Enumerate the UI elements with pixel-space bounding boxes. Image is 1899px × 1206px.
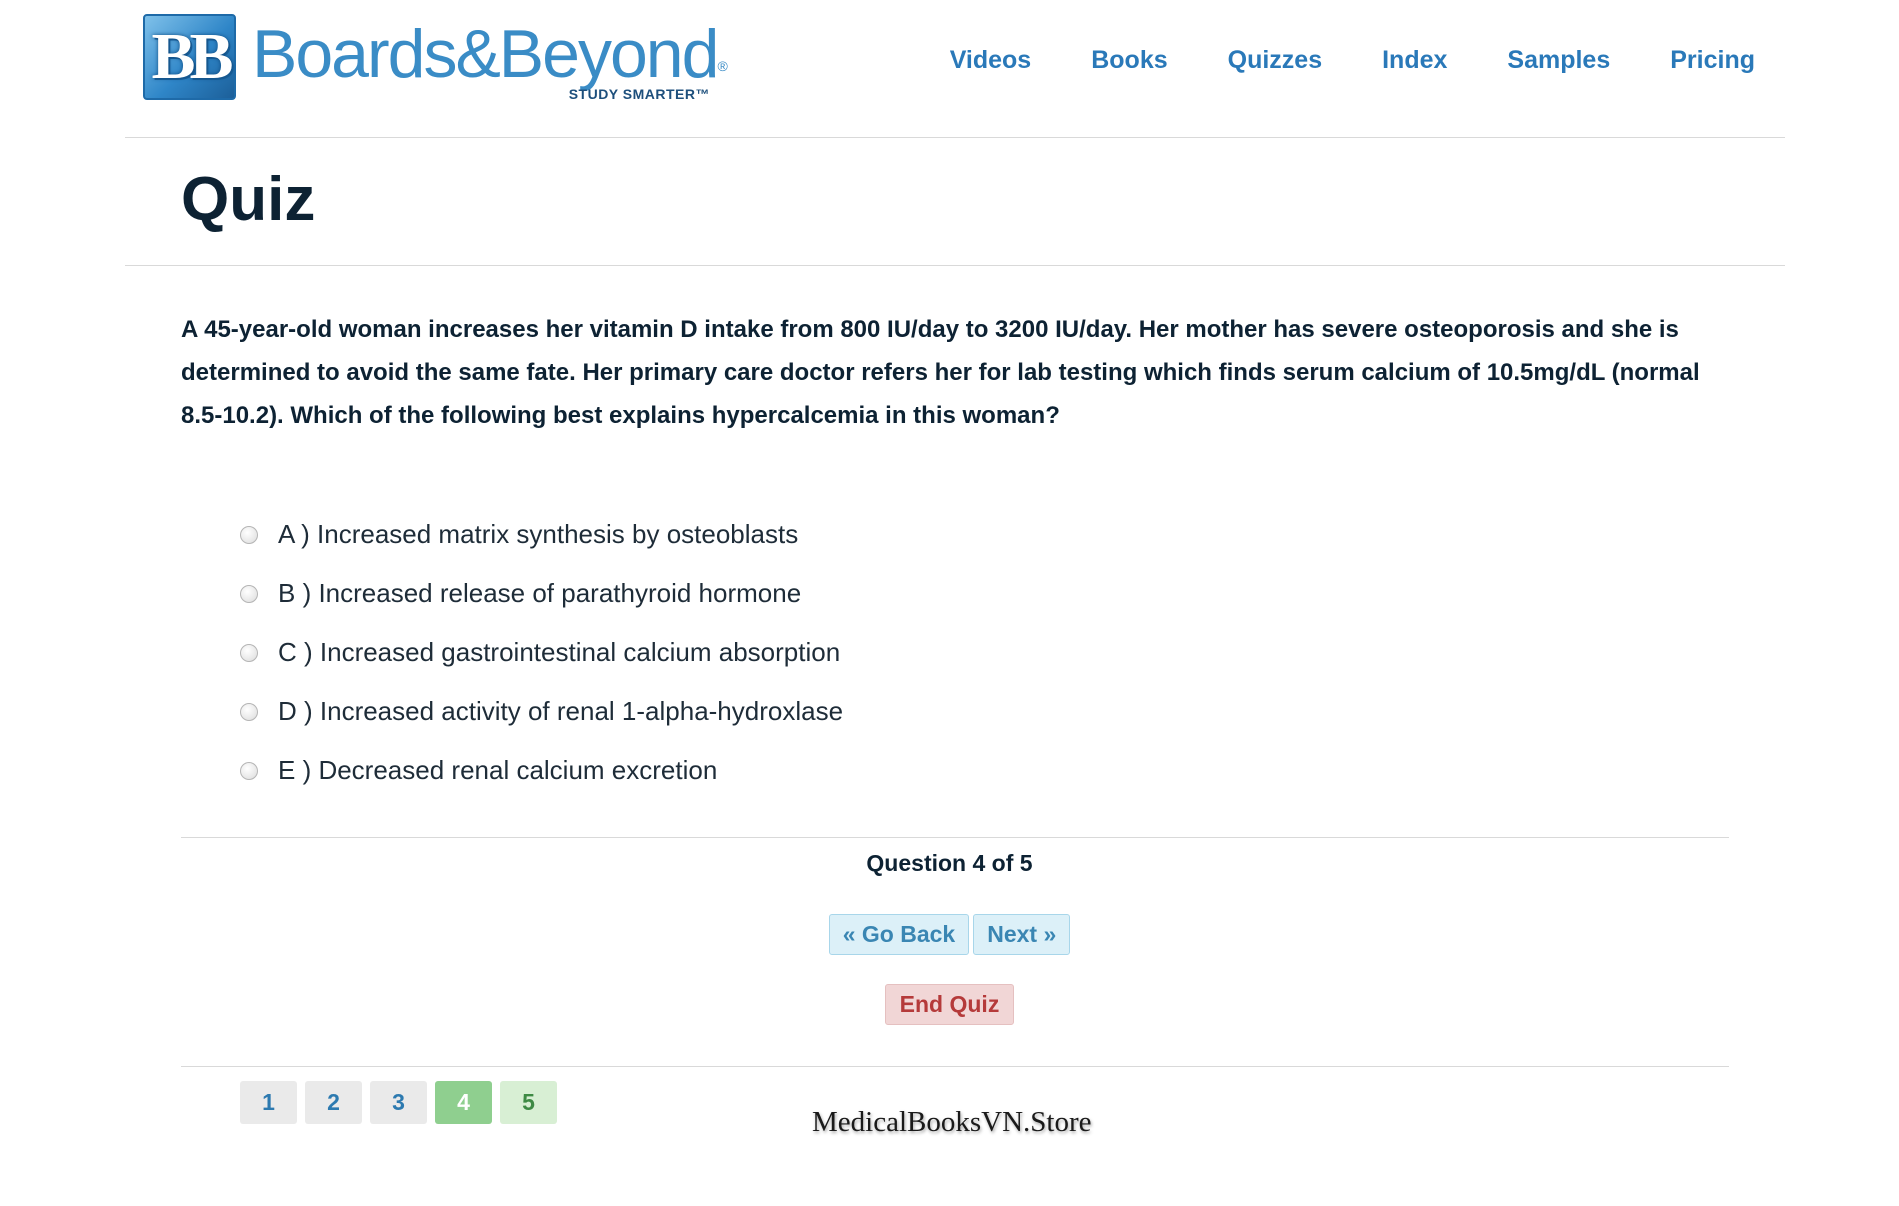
logo-wordmark: Boards&Beyond® STUDY SMARTER™ bbox=[252, 14, 728, 104]
nav-pricing[interactable]: Pricing bbox=[1670, 46, 1755, 75]
radio-button[interactable] bbox=[240, 702, 258, 721]
nav-books[interactable]: Books bbox=[1091, 46, 1167, 75]
nav-quizzes[interactable]: Quizzes bbox=[1228, 46, 1322, 75]
page-button-1[interactable]: 1 bbox=[240, 1081, 297, 1124]
radio-button[interactable] bbox=[240, 525, 258, 544]
page-button-5[interactable]: 5 bbox=[500, 1081, 557, 1124]
end-quiz-wrap: End Quiz bbox=[0, 984, 1899, 1025]
divider bbox=[181, 837, 1729, 838]
site-logo[interactable]: BB Boards&Beyond® STUDY SMARTER™ bbox=[143, 14, 728, 104]
bb-logo-icon: BB bbox=[143, 14, 236, 100]
nav-samples[interactable]: Samples bbox=[1507, 46, 1610, 75]
radio-button[interactable] bbox=[240, 761, 258, 780]
choice-label[interactable]: E ) Decreased renal calcium excretion bbox=[278, 755, 717, 786]
page-button-3[interactable]: 3 bbox=[370, 1081, 427, 1124]
choice-c[interactable]: C ) Increased gastrointestinal calcium a… bbox=[240, 623, 843, 682]
watermark: MedicalBooksVN.Store bbox=[812, 1106, 1092, 1138]
brand-name: Boards&Beyond bbox=[252, 16, 719, 92]
page-button-2[interactable]: 2 bbox=[305, 1081, 362, 1124]
choice-label[interactable]: C ) Increased gastrointestinal calcium a… bbox=[278, 637, 840, 668]
page-button-4-current[interactable]: 4 bbox=[435, 1081, 492, 1124]
choice-a[interactable]: A ) Increased matrix synthesis by osteob… bbox=[240, 505, 843, 564]
nav-index[interactable]: Index bbox=[1382, 46, 1447, 75]
brand-tagline: STUDY SMARTER™ bbox=[568, 86, 710, 102]
choice-b[interactable]: B ) Increased release of parathyroid hor… bbox=[240, 564, 843, 623]
question-status: Question 4 of 5 bbox=[866, 850, 1033, 876]
registered-mark: ® bbox=[717, 58, 728, 74]
radio-button[interactable] bbox=[240, 643, 258, 662]
choice-label[interactable]: D ) Increased activity of renal 1-alpha-… bbox=[278, 696, 843, 727]
go-back-button[interactable]: « Go Back bbox=[828, 914, 970, 955]
nav-videos[interactable]: Videos bbox=[950, 46, 1032, 75]
end-quiz-button[interactable]: End Quiz bbox=[884, 984, 1015, 1025]
quiz-navigation: « Go Back Next » bbox=[0, 914, 1899, 955]
question-pager: 1 2 3 4 5 bbox=[240, 1081, 565, 1124]
title-bar: Quiz bbox=[125, 138, 1785, 266]
question-text: A 45-year-old woman increases her vitami… bbox=[181, 316, 1700, 429]
main-nav: Videos Books Quizzes Index Samples Prici… bbox=[890, 46, 1755, 75]
choice-label[interactable]: A ) Increased matrix synthesis by osteob… bbox=[278, 519, 798, 550]
next-button[interactable]: Next » bbox=[973, 914, 1071, 955]
choice-e[interactable]: E ) Decreased renal calcium excretion bbox=[240, 741, 843, 800]
radio-button[interactable] bbox=[240, 584, 258, 603]
site-header: BB Boards&Beyond® STUDY SMARTER™ Videos … bbox=[125, 0, 1785, 138]
choice-d[interactable]: D ) Increased activity of renal 1-alpha-… bbox=[240, 682, 843, 741]
answer-choices: A ) Increased matrix synthesis by osteob… bbox=[240, 505, 843, 800]
divider bbox=[181, 1066, 1729, 1067]
page-title: Quiz bbox=[181, 165, 316, 234]
choice-label[interactable]: B ) Increased release of parathyroid hor… bbox=[278, 578, 801, 609]
